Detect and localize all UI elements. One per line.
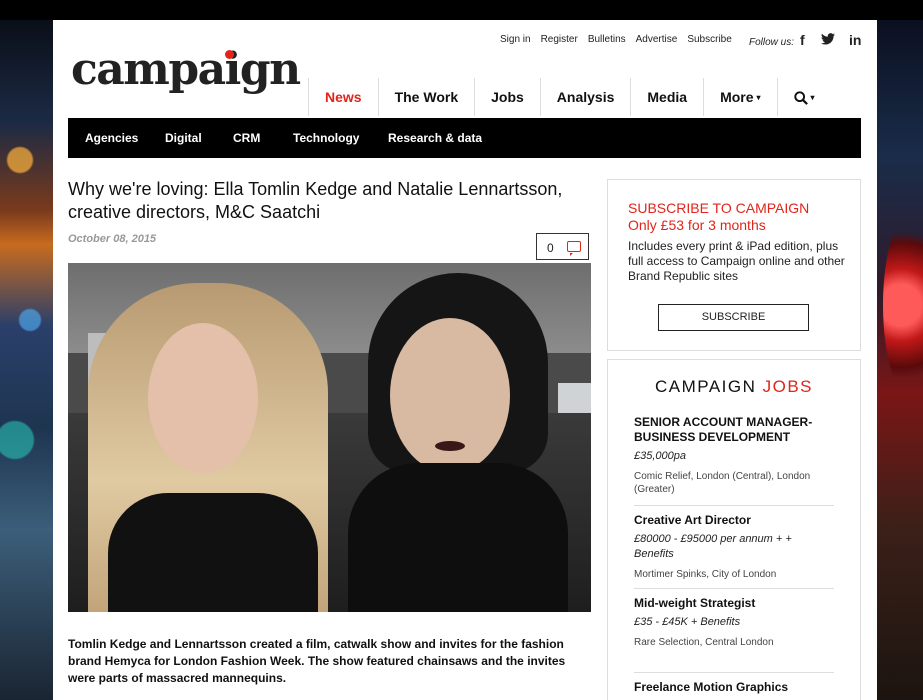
chevron-down-icon: ▾ (756, 93, 761, 103)
nav-analysis-label: Analysis (556, 89, 615, 105)
article-headline: Why we're loving: Ella Tomlin Kedge and … (68, 179, 563, 222)
advertise-link[interactable]: Advertise (636, 34, 678, 45)
subnav-digital[interactable]: Digital (165, 118, 202, 158)
nav-media-label: Media (647, 89, 688, 105)
nav-jobs[interactable]: Jobs (475, 78, 541, 116)
comments-button[interactable]: 0 (536, 233, 589, 260)
nav-the-work-label: The Work (394, 89, 459, 105)
divider (634, 672, 834, 673)
subscribe-title: SUBSCRIBE TO CAMPAIGN Only £53 for 3 mon… (628, 200, 809, 234)
job-title[interactable]: SENIOR ACCOUNT MANAGER- BUSINESS DEVELOP… (634, 415, 834, 445)
subnav-technology[interactable]: Technology (293, 118, 359, 158)
nav-news[interactable]: News (309, 78, 379, 116)
subnav-research-data[interactable]: Research & data (388, 118, 482, 158)
job-listing[interactable]: Mid-weight Strategist £35 - £45K + Benef… (634, 596, 834, 649)
jobs-box: CAMPAIGN JOBS SENIOR ACCOUNT MANAGER- BU… (607, 359, 861, 700)
subscribe-button[interactable]: SUBSCRIBE (658, 304, 809, 331)
job-title[interactable]: Mid-weight Strategist (634, 596, 834, 611)
search-icon (793, 91, 808, 106)
article-photo: 2015 (68, 263, 591, 612)
main-nav: News The Work Jobs Analysis Media More ▾ … (308, 78, 831, 116)
nav-the-work[interactable]: The Work (379, 78, 476, 116)
comment-icon (567, 241, 581, 256)
bulletins-link[interactable]: Bulletins (588, 34, 626, 45)
jobs-title: CAMPAIGN JOBS (608, 377, 860, 397)
divider (634, 505, 834, 506)
job-location: Mortimer Spinks, City of London (634, 569, 777, 580)
register-link[interactable]: Register (541, 34, 578, 45)
search-button[interactable]: ▾ (778, 78, 831, 116)
subscribe-box: SUBSCRIBE TO CAMPAIGN Only £53 for 3 mon… (607, 179, 861, 351)
top-links: Sign in Register Bulletins Advertise Subscri… (500, 34, 742, 45)
job-location: Rare Selection, Central London (634, 637, 774, 648)
nav-jobs-label: Jobs (491, 89, 524, 105)
section-nav: Agencies Digital CRM Technology Research… (68, 118, 861, 158)
job-salary: £35,000pa (634, 450, 686, 462)
job-salary: £35 - £45K + Benefits (634, 616, 741, 628)
job-listing[interactable]: SENIOR ACCOUNT MANAGER- BUSINESS DEVELOP… (634, 415, 834, 496)
subscribe-link[interactable]: Subscribe (687, 34, 731, 45)
facebook-icon[interactable]: f (800, 32, 805, 48)
linkedin-icon[interactable]: in (849, 32, 861, 48)
nav-more-label: More (720, 89, 754, 105)
job-listing[interactable]: Freelance Motion Graphics (634, 680, 834, 695)
job-title[interactable]: Freelance Motion Graphics (634, 680, 834, 695)
twitter-icon[interactable] (821, 32, 835, 48)
logo-dot (225, 50, 234, 59)
job-listing[interactable]: Creative Art Director £80000 - £95000 pe… (634, 513, 834, 581)
campaign-logo[interactable]: campaign (71, 44, 301, 95)
jobs-title-part1: CAMPAIGN (654, 377, 763, 396)
comment-count: 0 (547, 241, 554, 255)
search-chevron-icon: ▾ (810, 93, 815, 103)
divider (634, 588, 834, 589)
subscribe-title-line2: Only £53 for 3 months (628, 217, 766, 233)
subscribe-title-line1: SUBSCRIBE TO CAMPAIGN (628, 200, 810, 216)
article-lede: Tomlin Kedge and Lennartsson created a f… (68, 637, 566, 685)
nav-news-label: News (325, 89, 362, 105)
nav-media[interactable]: Media (631, 78, 705, 116)
jobs-title-part2: JOBS (762, 377, 814, 396)
article-date: October 08, 2015 (68, 233, 157, 245)
nav-more[interactable]: More ▾ (704, 78, 778, 116)
sign-in-link[interactable]: Sign in (500, 34, 531, 45)
subnav-agencies[interactable]: Agencies (85, 118, 138, 158)
job-title[interactable]: Creative Art Director (634, 513, 834, 528)
subscribe-description: Includes every print & iPad edition, plu… (628, 239, 845, 283)
page-container: campaign Sign in Register Bulletins Adverti… (53, 20, 877, 700)
follow-us-label: Follow us: (749, 37, 795, 48)
job-location: Comic Relief, London (Central), London (… (634, 471, 811, 495)
job-salary: £80000 - £95000 per annum + + Benefits (634, 533, 792, 560)
background-right-image (877, 20, 923, 700)
background-left-image (0, 20, 53, 700)
nav-analysis[interactable]: Analysis (541, 78, 632, 116)
subnav-crm[interactable]: CRM (233, 118, 260, 158)
